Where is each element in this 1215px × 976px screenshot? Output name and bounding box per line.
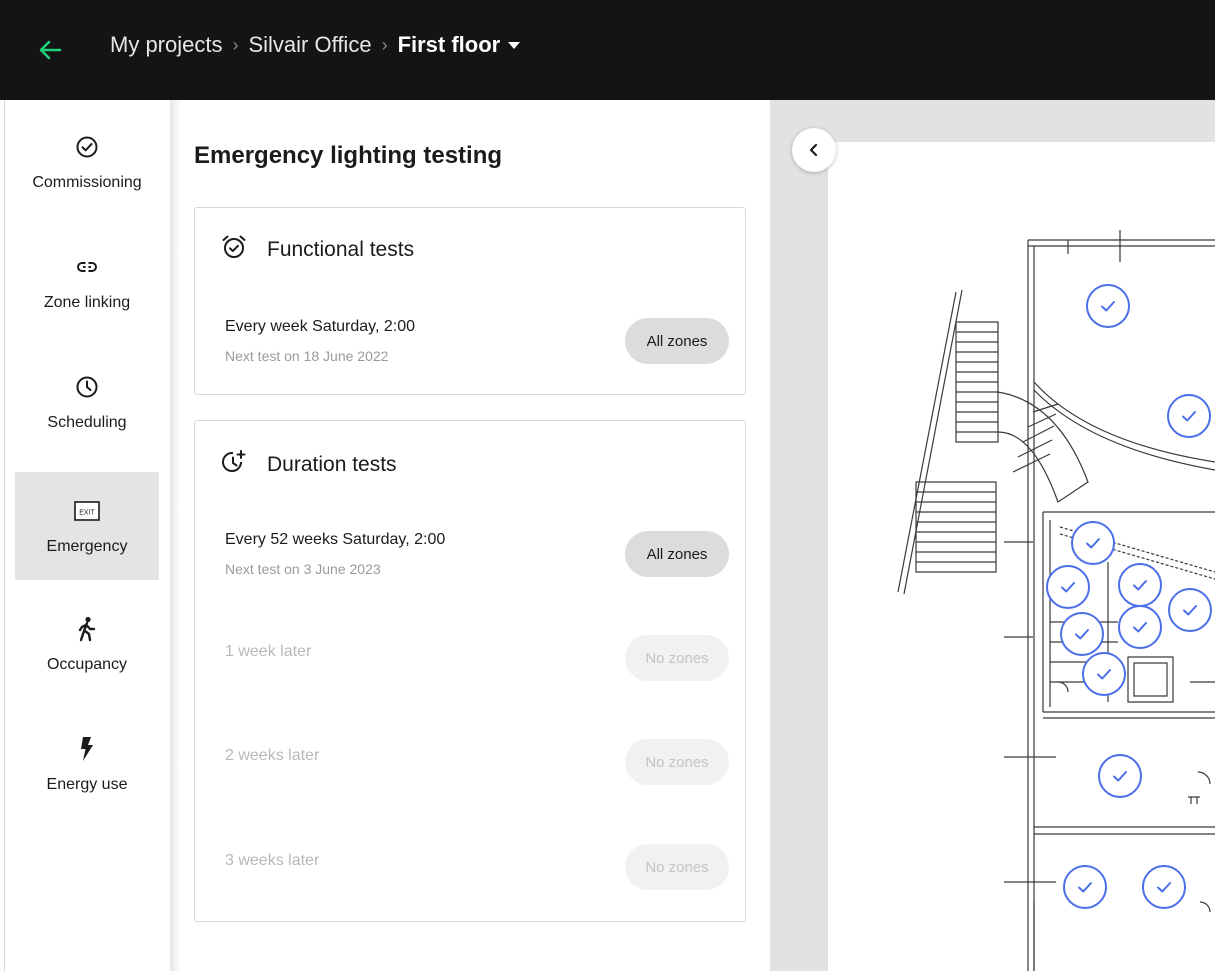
later-test-row: 1 week later No zones xyxy=(225,635,729,695)
sidebar-item-label: Commissioning xyxy=(32,174,142,191)
sidebar-item-scheduling[interactable]: Scheduling xyxy=(15,348,159,456)
zone-marker[interactable] xyxy=(1086,284,1130,328)
sidebar-item-label: Occupancy xyxy=(46,656,128,673)
sidebar-item-emergency[interactable]: EXIT Emergency xyxy=(15,472,159,580)
later-label: 3 weeks later xyxy=(225,852,320,869)
panel-shadow xyxy=(170,100,180,971)
zone-marker[interactable] xyxy=(1060,612,1104,656)
caret-down-icon xyxy=(508,41,521,49)
checkmark-icon xyxy=(1113,771,1127,782)
zone-marker[interactable] xyxy=(1082,652,1126,696)
breadcrumb-separator: › xyxy=(381,34,388,55)
checkmark-icon xyxy=(1182,411,1196,422)
checkmark-icon xyxy=(1078,882,1092,893)
test-schedule: Every week Saturday, 2:00 xyxy=(225,318,416,335)
page-title: Emergency lighting testing xyxy=(194,142,503,169)
checkmark-icon xyxy=(1157,882,1171,893)
sidebar-item-label: Emergency xyxy=(46,538,128,555)
link-icon xyxy=(74,254,100,280)
checkmark-icon xyxy=(1086,538,1100,549)
duration-test-row: Every 52 weeks Saturday, 2:00 Next test … xyxy=(225,531,729,591)
top-bar: My projects › Silvair Office › First flo… xyxy=(0,0,1215,100)
checkmark-icon xyxy=(1061,582,1075,593)
functional-test-row: Every week Saturday, 2:00 Next test on 1… xyxy=(225,318,729,378)
exit-sign-text: EXIT xyxy=(79,510,95,517)
breadcrumb-my-projects[interactable]: My projects xyxy=(110,32,222,58)
sidebar-item-label: Zone linking xyxy=(43,294,131,311)
sidebar-item-occupancy[interactable]: Occupancy xyxy=(15,590,159,698)
zones-button[interactable]: No zones xyxy=(625,635,729,681)
sidebar-item-label: Scheduling xyxy=(47,414,127,431)
collapse-panel-button[interactable] xyxy=(792,128,836,172)
floor-selector[interactable]: First floor xyxy=(398,32,521,58)
zone-marker[interactable] xyxy=(1063,865,1107,909)
zone-marker[interactable] xyxy=(1142,865,1186,909)
card-title: Duration tests xyxy=(267,452,397,476)
check-circle-icon xyxy=(74,134,100,160)
checkmark-icon xyxy=(1133,622,1147,633)
zone-marker[interactable] xyxy=(1118,605,1162,649)
sidebar-item-commissioning[interactable]: Commissioning xyxy=(15,108,159,216)
breadcrumb-current: First floor xyxy=(397,32,501,57)
back-arrow-icon[interactable] xyxy=(34,34,66,66)
emergency-panel: Emergency lighting testing Functional te… xyxy=(172,100,770,971)
breadcrumb-silvair-office[interactable]: Silvair Office xyxy=(248,32,371,58)
sidebar-item-zone-linking[interactable]: Zone linking xyxy=(15,228,159,336)
next-test-date: Next test on 18 June 2022 xyxy=(225,348,389,364)
sidebar: Commissioning Zone linking Scheduling EX… xyxy=(4,100,171,971)
later-test-row: 3 weeks later No zones xyxy=(225,844,729,904)
checkmark-icon xyxy=(1101,301,1115,312)
zone-marker[interactable] xyxy=(1167,394,1211,438)
chevron-left-icon xyxy=(809,143,818,157)
zones-button[interactable]: No zones xyxy=(625,844,729,890)
later-label: 1 week later xyxy=(225,643,312,660)
zones-button[interactable]: All zones xyxy=(625,318,729,364)
zone-marker[interactable] xyxy=(1046,565,1090,609)
zones-button[interactable]: All zones xyxy=(625,531,729,577)
test-schedule: Every 52 weeks Saturday, 2:00 xyxy=(225,531,446,548)
clock-icon xyxy=(74,374,100,400)
duration-tests-card: Duration tests Every 52 weeks Saturday, … xyxy=(194,420,746,922)
sidebar-item-label: Energy use xyxy=(46,776,128,793)
sidebar-item-energy-use[interactable]: Energy use xyxy=(15,710,159,818)
floor-plan-drawing xyxy=(897,230,1215,971)
card-header: Duration tests xyxy=(221,449,397,480)
later-test-row: 2 weeks later No zones xyxy=(225,739,729,799)
zone-marker[interactable] xyxy=(1168,588,1212,632)
card-title: Functional tests xyxy=(267,237,415,261)
checkmark-icon xyxy=(1097,669,1111,680)
zones-button[interactable]: No zones xyxy=(625,739,729,785)
zone-marker[interactable] xyxy=(1118,563,1162,607)
breadcrumb: My projects › Silvair Office › First flo… xyxy=(110,32,521,58)
breadcrumb-separator: › xyxy=(232,34,239,55)
checkmark-icon xyxy=(1075,629,1089,640)
later-label: 2 weeks later xyxy=(225,747,320,764)
floor-plan[interactable] xyxy=(828,142,1215,971)
checkmark-icon xyxy=(1133,580,1147,591)
exit-sign-icon: EXIT xyxy=(74,498,100,524)
lightning-icon xyxy=(74,736,100,762)
zone-marker[interactable] xyxy=(1098,754,1142,798)
card-header: Functional tests xyxy=(221,234,414,265)
functional-tests-card: Functional tests Every week Saturday, 2:… xyxy=(194,207,746,395)
floor-plan-area xyxy=(770,100,1215,971)
zone-marker[interactable] xyxy=(1071,521,1115,565)
alarm-clock-check-icon xyxy=(221,234,247,265)
walking-person-icon xyxy=(74,616,100,642)
clock-plus-icon xyxy=(221,449,247,480)
checkmark-icon xyxy=(1183,605,1197,616)
next-test-date: Next test on 3 June 2023 xyxy=(225,561,381,577)
